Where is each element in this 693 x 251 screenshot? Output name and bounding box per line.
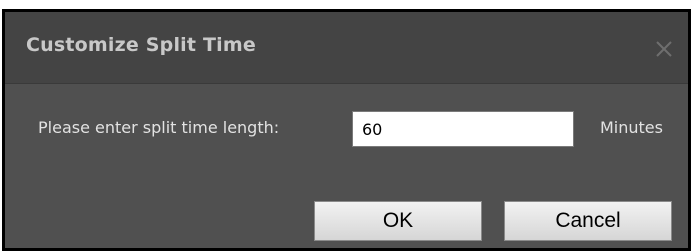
close-icon[interactable] bbox=[653, 38, 675, 60]
split-time-prompt-label: Please enter split time length: bbox=[38, 118, 280, 137]
split-time-input[interactable] bbox=[352, 111, 574, 147]
dialog-title: Customize Split Time bbox=[26, 34, 256, 56]
cancel-button[interactable]: Cancel bbox=[504, 201, 672, 241]
ok-button[interactable]: OK bbox=[314, 201, 482, 241]
dialog-body: Please enter split time length: Minutes … bbox=[5, 84, 688, 248]
customize-split-time-dialog: Customize Split Time Please enter split … bbox=[2, 9, 691, 251]
minutes-unit-label: Minutes bbox=[600, 118, 663, 137]
dialog-titlebar: Customize Split Time bbox=[5, 12, 688, 84]
